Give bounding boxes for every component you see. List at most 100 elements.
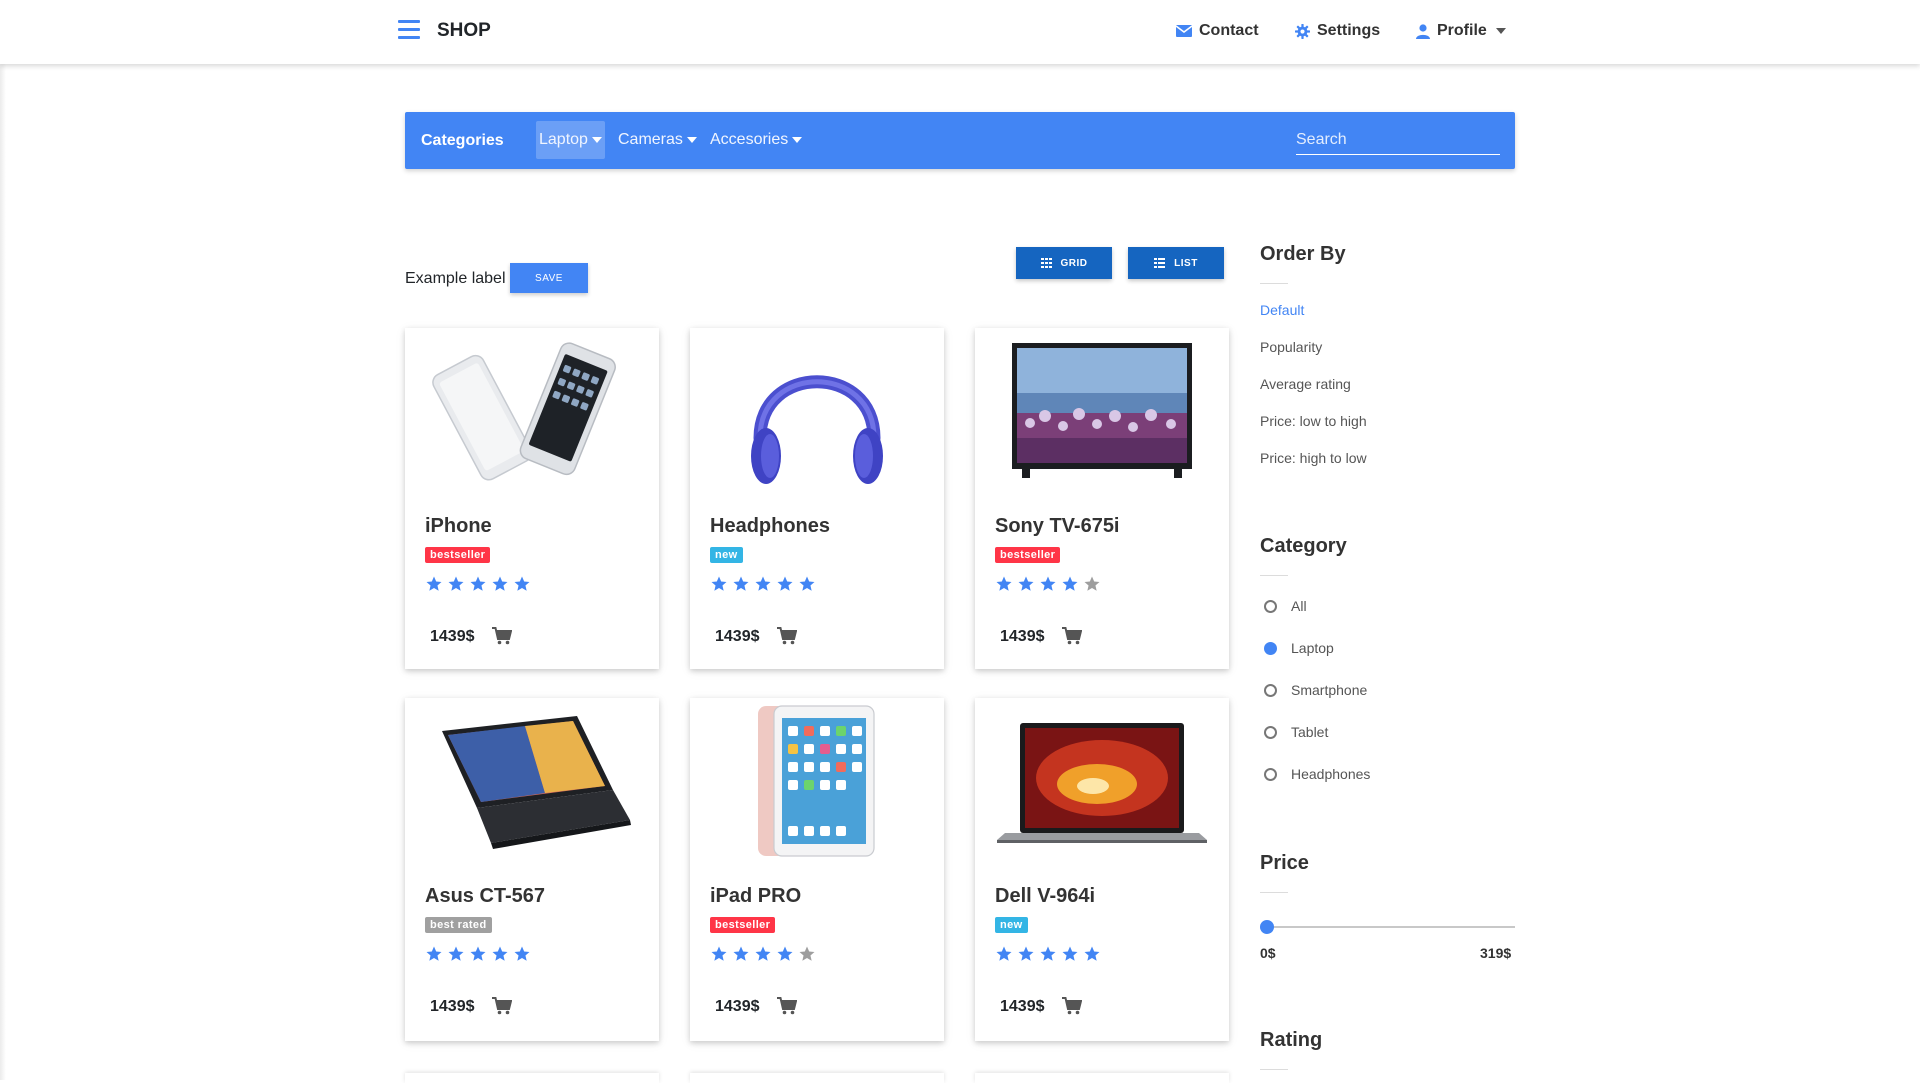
star-filled-icon bbox=[777, 946, 793, 961]
best-rated-badge: best rated bbox=[425, 917, 492, 933]
star-filled-icon bbox=[1018, 576, 1034, 591]
cart-icon[interactable] bbox=[492, 997, 512, 1015]
star-filled-icon bbox=[733, 576, 749, 591]
star-filled-icon bbox=[514, 576, 530, 591]
laptop-image bbox=[442, 716, 631, 849]
product-name[interactable]: Asus CT-567 bbox=[425, 885, 545, 908]
rating-stars bbox=[710, 945, 820, 963]
product-name[interactable]: Headphones bbox=[710, 515, 830, 538]
category-radio-tablet[interactable]: Tablet bbox=[1264, 724, 1328, 740]
cart-icon[interactable] bbox=[777, 627, 797, 645]
user-icon bbox=[1416, 23, 1430, 39]
star-filled-icon bbox=[996, 946, 1012, 961]
star-filled-icon bbox=[1062, 946, 1078, 961]
star-filled-icon bbox=[755, 576, 771, 591]
category-radio-laptop[interactable]: Laptop bbox=[1264, 640, 1334, 656]
radio-button-checked[interactable] bbox=[1264, 641, 1277, 655]
category-accesories-label: Accesories bbox=[710, 131, 789, 148]
product-name[interactable]: iPad PRO bbox=[710, 885, 801, 908]
phone-image bbox=[432, 342, 616, 481]
laptop-image bbox=[997, 723, 1207, 843]
order-option-price-low-high[interactable]: Price: low to high bbox=[1260, 413, 1367, 429]
radio-label: All bbox=[1291, 598, 1307, 614]
category-cameras-dropdown[interactable]: Cameras bbox=[615, 121, 700, 159]
search-input[interactable] bbox=[1296, 126, 1500, 155]
price-slider-track[interactable] bbox=[1266, 926, 1515, 928]
star-filled-icon bbox=[799, 576, 815, 591]
product-price: 1439$ bbox=[1000, 628, 1045, 645]
grid-label: GRID bbox=[1060, 257, 1088, 269]
rating-stars bbox=[710, 575, 820, 593]
order-option-average-rating[interactable]: Average rating bbox=[1260, 376, 1351, 392]
star-filled-icon bbox=[733, 946, 749, 961]
order-option-price-high-low[interactable]: Price: high to low bbox=[1260, 450, 1367, 466]
cart-icon[interactable] bbox=[1062, 997, 1082, 1015]
contact-link[interactable]: Contact bbox=[1176, 22, 1259, 40]
product-card[interactable]: Sony TV-675i bestseller 1439$ bbox=[975, 328, 1229, 669]
page-edge bbox=[0, 0, 6, 1080]
price-slider-thumb[interactable] bbox=[1260, 920, 1274, 934]
product-card[interactable]: Headphones new 1439$ bbox=[690, 328, 944, 669]
star-filled-icon bbox=[448, 946, 464, 961]
product-price: 1439$ bbox=[715, 998, 760, 1015]
category-laptop-dropdown[interactable]: Laptop bbox=[536, 121, 605, 159]
list-view-button[interactable]: LIST bbox=[1128, 247, 1224, 279]
radio-button[interactable] bbox=[1264, 599, 1277, 613]
save-button[interactable]: SAVE bbox=[510, 263, 588, 293]
radio-button[interactable] bbox=[1264, 725, 1277, 739]
star-empty-icon bbox=[799, 946, 815, 961]
category-cameras-label: Cameras bbox=[618, 131, 683, 148]
product-price: 1439$ bbox=[430, 628, 475, 645]
radio-label: Tablet bbox=[1291, 724, 1329, 740]
grid-view-button[interactable]: GRID bbox=[1016, 247, 1112, 279]
product-name[interactable]: iPhone bbox=[425, 515, 492, 538]
grid-icon bbox=[1040, 258, 1052, 268]
cart-icon[interactable] bbox=[492, 627, 512, 645]
top-navbar: SHOP Contact Settings Profile bbox=[0, 0, 1920, 64]
cart-icon[interactable] bbox=[1062, 627, 1082, 645]
hamburger-menu-icon[interactable] bbox=[398, 20, 420, 40]
category-accesories-dropdown[interactable]: Accesories bbox=[707, 121, 805, 159]
star-filled-icon bbox=[1040, 946, 1056, 961]
order-option-popularity[interactable]: Popularity bbox=[1260, 339, 1322, 355]
product-card[interactable]: iPhone bestseller 1439$ bbox=[405, 328, 659, 669]
rating-stars bbox=[995, 575, 1105, 593]
gear-icon bbox=[1295, 23, 1310, 39]
category-radio-headphones[interactable]: Headphones bbox=[1264, 766, 1370, 782]
product-card[interactable]: Dell V-964i new 1439$ bbox=[975, 698, 1229, 1041]
product-name[interactable]: Dell V-964i bbox=[995, 885, 1095, 908]
category-title: Category bbox=[1260, 535, 1347, 557]
profile-label: Profile bbox=[1437, 22, 1487, 39]
categories-title[interactable]: Categories bbox=[421, 132, 504, 150]
new-badge: new bbox=[710, 547, 743, 563]
divider bbox=[1260, 892, 1288, 893]
bestseller-badge: bestseller bbox=[710, 917, 776, 933]
settings-link[interactable]: Settings bbox=[1295, 22, 1380, 40]
price-min-label: 0$ bbox=[1260, 945, 1276, 961]
radio-label: Smartphone bbox=[1291, 682, 1368, 698]
category-radio-smartphone[interactable]: Smartphone bbox=[1264, 682, 1367, 698]
caret-down-icon bbox=[686, 136, 697, 143]
divider bbox=[1260, 283, 1288, 284]
cart-icon[interactable] bbox=[777, 997, 797, 1015]
list-icon bbox=[1154, 258, 1166, 268]
radio-button[interactable] bbox=[1264, 683, 1277, 697]
category-laptop-label: Laptop bbox=[539, 131, 588, 148]
envelope-icon bbox=[1176, 25, 1192, 37]
product-name[interactable]: Sony TV-675i bbox=[995, 515, 1120, 538]
product-price: 1439$ bbox=[715, 628, 760, 645]
product-price: 1439$ bbox=[430, 998, 475, 1015]
star-filled-icon bbox=[426, 946, 442, 961]
example-label: Example label bbox=[405, 270, 506, 287]
profile-dropdown[interactable]: Profile bbox=[1416, 22, 1506, 40]
categories-bar: Categories Laptop Cameras Accesories bbox=[405, 112, 1515, 169]
product-card-partial bbox=[405, 1073, 659, 1083]
order-option-default[interactable]: Default bbox=[1260, 302, 1304, 318]
product-card[interactable]: Asus CT-567 best rated 1439$ bbox=[405, 698, 659, 1041]
rating-stars bbox=[425, 945, 535, 963]
category-radio-all[interactable]: All bbox=[1264, 598, 1307, 614]
product-card[interactable]: iPad PRO bestseller 1439$ bbox=[690, 698, 944, 1041]
radio-button[interactable] bbox=[1264, 767, 1277, 781]
brand-logo[interactable]: SHOP bbox=[437, 20, 491, 42]
contact-label: Contact bbox=[1199, 22, 1259, 39]
